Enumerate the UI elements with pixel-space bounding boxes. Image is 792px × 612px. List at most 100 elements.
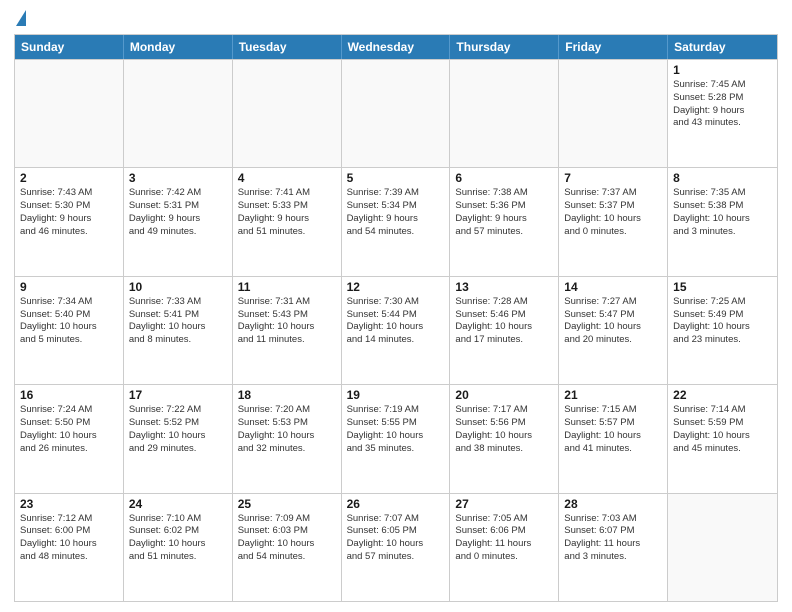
calendar-cell: 9 Sunrise: 7:34 AM Sunset: 5:40 PM Daylig…	[15, 277, 124, 384]
day-info: Sunrise: 7:24 AM Sunset: 5:50 PM Dayligh…	[20, 404, 118, 455]
calendar-cell: 3 Sunrise: 7:42 AM Sunset: 5:31 PM Daylig…	[124, 168, 233, 275]
calendar-cell: 10 Sunrise: 7:33 AM Sunset: 5:41 PM Dayli…	[124, 277, 233, 384]
day-number: 12	[347, 280, 445, 294]
day-info: Sunrise: 7:07 AM Sunset: 6:05 PM Dayligh…	[347, 513, 445, 564]
calendar-cell: 6 Sunrise: 7:38 AM Sunset: 5:36 PM Daylig…	[450, 168, 559, 275]
calendar-cell	[233, 60, 342, 167]
calendar-header-cell: Saturday	[668, 35, 777, 59]
day-info: Sunrise: 7:45 AM Sunset: 5:28 PM Dayligh…	[673, 79, 772, 130]
day-number: 14	[564, 280, 662, 294]
day-number: 22	[673, 388, 772, 402]
day-info: Sunrise: 7:27 AM Sunset: 5:47 PM Dayligh…	[564, 296, 662, 347]
calendar: SundayMondayTuesdayWednesdayThursdayFrid…	[14, 34, 778, 602]
day-number: 6	[455, 171, 553, 185]
day-info: Sunrise: 7:03 AM Sunset: 6:07 PM Dayligh…	[564, 513, 662, 564]
day-number: 9	[20, 280, 118, 294]
calendar-cell: 14 Sunrise: 7:27 AM Sunset: 5:47 PM Dayli…	[559, 277, 668, 384]
calendar-cell: 18 Sunrise: 7:20 AM Sunset: 5:53 PM Dayli…	[233, 385, 342, 492]
logo	[14, 12, 26, 26]
day-number: 26	[347, 497, 445, 511]
day-number: 7	[564, 171, 662, 185]
calendar-row: 2Sunrise: 7:43 AM Sunset: 5:30 PM Daylig…	[15, 167, 777, 275]
day-info: Sunrise: 7:14 AM Sunset: 5:59 PM Dayligh…	[673, 404, 772, 455]
day-info: Sunrise: 7:09 AM Sunset: 6:03 PM Dayligh…	[238, 513, 336, 564]
day-info: Sunrise: 7:39 AM Sunset: 5:34 PM Dayligh…	[347, 187, 445, 238]
calendar-row: 9 Sunrise: 7:34 AM Sunset: 5:40 PM Daylig…	[15, 276, 777, 384]
day-info: Sunrise: 7:34 AM Sunset: 5:40 PM Dayligh…	[20, 296, 118, 347]
calendar-cell: 7 Sunrise: 7:37 AM Sunset: 5:37 PM Daylig…	[559, 168, 668, 275]
logo-triangle-icon	[16, 10, 26, 26]
calendar-cell	[15, 60, 124, 167]
day-number: 23	[20, 497, 118, 511]
day-number: 4	[238, 171, 336, 185]
day-info: Sunrise: 7:38 AM Sunset: 5:36 PM Dayligh…	[455, 187, 553, 238]
day-info: Sunrise: 7:28 AM Sunset: 5:46 PM Dayligh…	[455, 296, 553, 347]
calendar-header-cell: Wednesday	[342, 35, 451, 59]
day-info: Sunrise: 7:31 AM Sunset: 5:43 PM Dayligh…	[238, 296, 336, 347]
calendar-header-cell: Thursday	[450, 35, 559, 59]
calendar-cell	[668, 494, 777, 601]
day-info: Sunrise: 7:25 AM Sunset: 5:49 PM Dayligh…	[673, 296, 772, 347]
day-number: 13	[455, 280, 553, 294]
calendar-cell: 15Sunrise: 7:25 AM Sunset: 5:49 PM Dayli…	[668, 277, 777, 384]
day-info: Sunrise: 7:15 AM Sunset: 5:57 PM Dayligh…	[564, 404, 662, 455]
day-number: 24	[129, 497, 227, 511]
calendar-cell: 28 Sunrise: 7:03 AM Sunset: 6:07 PM Dayli…	[559, 494, 668, 601]
calendar-header-cell: Friday	[559, 35, 668, 59]
day-info: Sunrise: 7:30 AM Sunset: 5:44 PM Dayligh…	[347, 296, 445, 347]
calendar-cell	[342, 60, 451, 167]
day-info: Sunrise: 7:19 AM Sunset: 5:55 PM Dayligh…	[347, 404, 445, 455]
calendar-header-row: SundayMondayTuesdayWednesdayThursdayFrid…	[15, 35, 777, 59]
calendar-cell: 2Sunrise: 7:43 AM Sunset: 5:30 PM Daylig…	[15, 168, 124, 275]
day-info: Sunrise: 7:22 AM Sunset: 5:52 PM Dayligh…	[129, 404, 227, 455]
calendar-cell: 23 Sunrise: 7:12 AM Sunset: 6:00 PM Dayli…	[15, 494, 124, 601]
calendar-body: 1 Sunrise: 7:45 AM Sunset: 5:28 PM Daylig…	[15, 59, 777, 601]
day-info: Sunrise: 7:37 AM Sunset: 5:37 PM Dayligh…	[564, 187, 662, 238]
page: SundayMondayTuesdayWednesdayThursdayFrid…	[0, 0, 792, 612]
day-number: 11	[238, 280, 336, 294]
calendar-cell: 1 Sunrise: 7:45 AM Sunset: 5:28 PM Daylig…	[668, 60, 777, 167]
day-info: Sunrise: 7:17 AM Sunset: 5:56 PM Dayligh…	[455, 404, 553, 455]
calendar-cell: 4 Sunrise: 7:41 AM Sunset: 5:33 PM Daylig…	[233, 168, 342, 275]
day-info: Sunrise: 7:42 AM Sunset: 5:31 PM Dayligh…	[129, 187, 227, 238]
calendar-cell	[124, 60, 233, 167]
day-number: 21	[564, 388, 662, 402]
day-number: 1	[673, 63, 772, 77]
calendar-cell: 20 Sunrise: 7:17 AM Sunset: 5:56 PM Dayli…	[450, 385, 559, 492]
day-number: 5	[347, 171, 445, 185]
calendar-row: 1 Sunrise: 7:45 AM Sunset: 5:28 PM Daylig…	[15, 59, 777, 167]
calendar-cell: 13 Sunrise: 7:28 AM Sunset: 5:46 PM Dayli…	[450, 277, 559, 384]
calendar-header-cell: Monday	[124, 35, 233, 59]
day-info: Sunrise: 7:43 AM Sunset: 5:30 PM Dayligh…	[20, 187, 118, 238]
day-number: 20	[455, 388, 553, 402]
day-number: 18	[238, 388, 336, 402]
calendar-cell: 27Sunrise: 7:05 AM Sunset: 6:06 PM Dayli…	[450, 494, 559, 601]
day-info: Sunrise: 7:05 AM Sunset: 6:06 PM Dayligh…	[455, 513, 553, 564]
calendar-row: 23 Sunrise: 7:12 AM Sunset: 6:00 PM Dayli…	[15, 493, 777, 601]
day-info: Sunrise: 7:41 AM Sunset: 5:33 PM Dayligh…	[238, 187, 336, 238]
calendar-cell: 11 Sunrise: 7:31 AM Sunset: 5:43 PM Dayli…	[233, 277, 342, 384]
calendar-header-cell: Tuesday	[233, 35, 342, 59]
calendar-cell	[559, 60, 668, 167]
calendar-cell: 26 Sunrise: 7:07 AM Sunset: 6:05 PM Dayli…	[342, 494, 451, 601]
header	[14, 12, 778, 26]
day-info: Sunrise: 7:20 AM Sunset: 5:53 PM Dayligh…	[238, 404, 336, 455]
day-info: Sunrise: 7:12 AM Sunset: 6:00 PM Dayligh…	[20, 513, 118, 564]
day-number: 10	[129, 280, 227, 294]
day-info: Sunrise: 7:35 AM Sunset: 5:38 PM Dayligh…	[673, 187, 772, 238]
calendar-cell: 12 Sunrise: 7:30 AM Sunset: 5:44 PM Dayli…	[342, 277, 451, 384]
calendar-cell	[450, 60, 559, 167]
calendar-cell: 8Sunrise: 7:35 AM Sunset: 5:38 PM Daylig…	[668, 168, 777, 275]
day-number: 28	[564, 497, 662, 511]
day-info: Sunrise: 7:33 AM Sunset: 5:41 PM Dayligh…	[129, 296, 227, 347]
calendar-cell: 25 Sunrise: 7:09 AM Sunset: 6:03 PM Dayli…	[233, 494, 342, 601]
calendar-row: 16 Sunrise: 7:24 AM Sunset: 5:50 PM Dayli…	[15, 384, 777, 492]
day-number: 25	[238, 497, 336, 511]
day-number: 16	[20, 388, 118, 402]
calendar-cell: 24Sunrise: 7:10 AM Sunset: 6:02 PM Dayli…	[124, 494, 233, 601]
calendar-header-cell: Sunday	[15, 35, 124, 59]
calendar-cell: 19 Sunrise: 7:19 AM Sunset: 5:55 PM Dayli…	[342, 385, 451, 492]
calendar-cell: 16 Sunrise: 7:24 AM Sunset: 5:50 PM Dayli…	[15, 385, 124, 492]
day-number: 19	[347, 388, 445, 402]
day-number: 3	[129, 171, 227, 185]
